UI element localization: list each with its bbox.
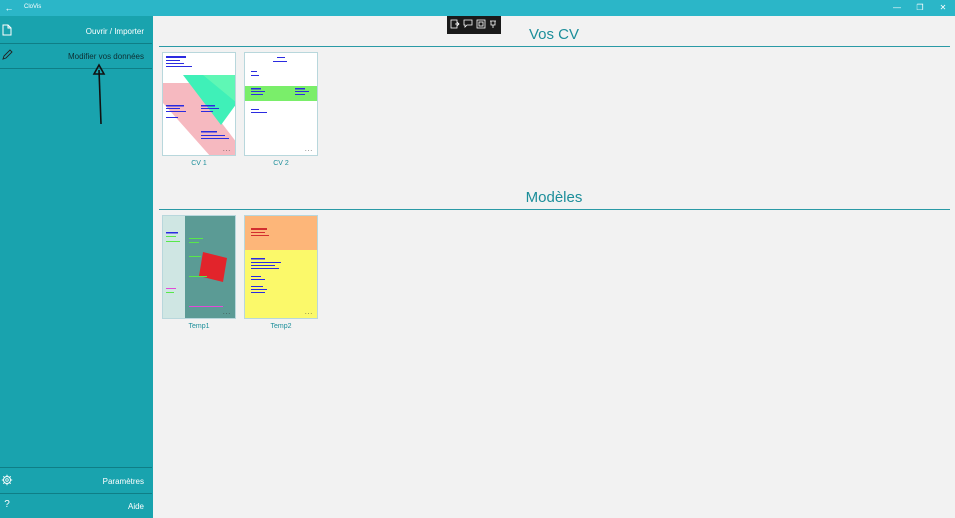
template-thumbnail: [245, 216, 317, 318]
card-label: Temp2: [270, 323, 292, 330]
sidebar-item-label: Paramètres: [102, 477, 144, 486]
section-title-modeles: Modèles: [525, 189, 583, 206]
main-content: Vos CV ... CV 1 ... CV 2 Modèles ... Tem…: [153, 16, 955, 518]
more-options-button[interactable]: ...: [223, 310, 231, 316]
template-card[interactable]: ...: [162, 215, 236, 319]
sidebar-divider: [0, 68, 152, 69]
card-label: CV 2: [273, 160, 289, 167]
cv-thumbnail: [163, 56, 235, 155]
section-title-vos-cv: Vos CV: [528, 26, 580, 43]
gear-icon: [1, 474, 13, 486]
restore-icon[interactable]: ❐: [909, 0, 931, 16]
sidebar-item-help[interactable]: ? Aide: [0, 493, 152, 518]
template-card[interactable]: ...: [244, 215, 318, 319]
more-options-button[interactable]: ...: [223, 147, 231, 153]
annotation-arrow-icon: [92, 63, 106, 125]
card-label: Temp1: [188, 323, 210, 330]
pencil-icon: [2, 49, 13, 60]
section-divider: [159, 209, 950, 210]
title-bar: ← CloVis — ❐ ✕: [0, 0, 955, 16]
card-label: CV 1: [191, 160, 207, 167]
more-options-button[interactable]: ...: [305, 310, 313, 316]
back-arrow-icon[interactable]: ←: [2, 1, 16, 15]
app-title: CloVis: [24, 4, 42, 10]
cv-card[interactable]: ...: [244, 52, 318, 156]
template-thumbnail: [163, 216, 235, 318]
sidebar-item-edit-data[interactable]: Modifier vos données: [0, 43, 152, 68]
cv-thumbnail: [245, 57, 317, 113]
help-icon: ?: [4, 499, 10, 510]
sidebar-item-settings[interactable]: Paramètres: [0, 468, 152, 493]
sidebar-item-label: Aide: [127, 502, 144, 511]
close-icon[interactable]: ✕: [932, 0, 954, 16]
minimize-icon[interactable]: —: [886, 0, 908, 16]
cv-card[interactable]: ...: [162, 52, 236, 156]
sidebar-item-open-import[interactable]: Ouvrir / Importer: [0, 18, 152, 43]
section-divider: [159, 46, 950, 47]
sidebar-item-label: Ouvrir / Importer: [85, 27, 144, 36]
document-icon: [2, 24, 12, 36]
more-options-button[interactable]: ...: [305, 147, 313, 153]
sidebar: Ouvrir / Importer Modifier vos données P…: [0, 16, 153, 518]
